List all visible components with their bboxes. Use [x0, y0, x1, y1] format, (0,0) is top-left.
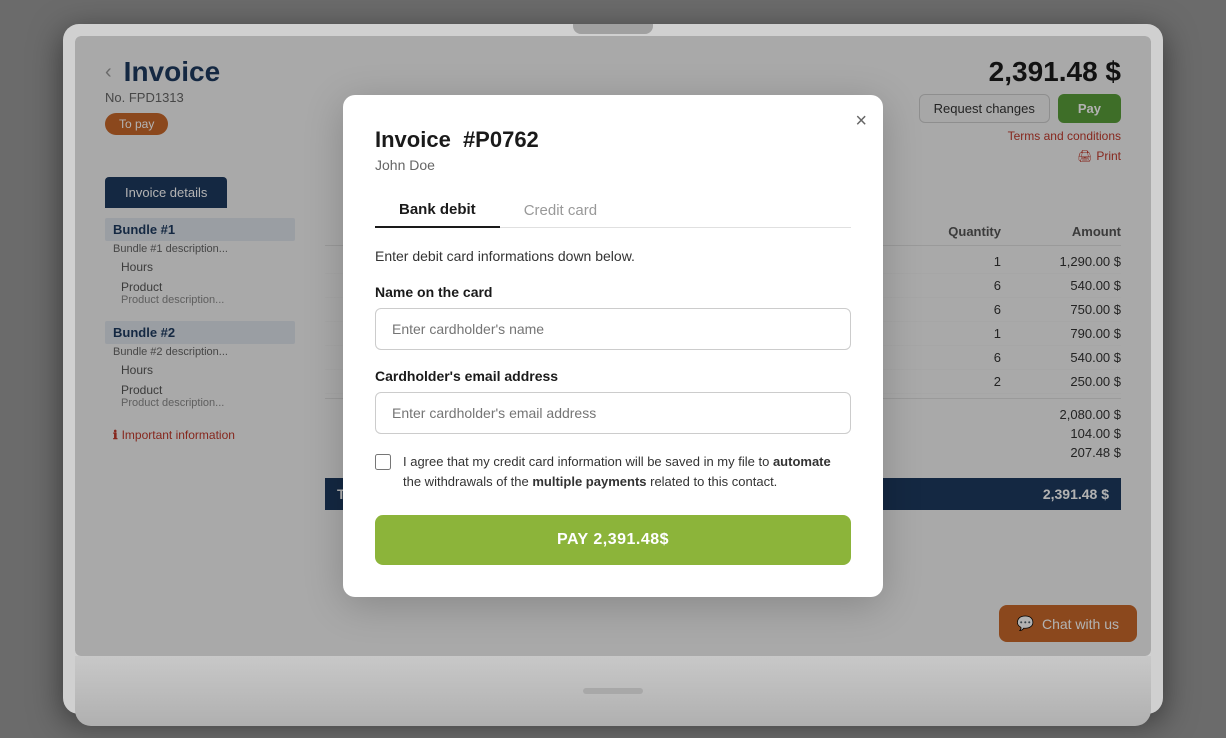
modal-subtitle: John Doe: [375, 157, 851, 173]
modal-tabs: Bank debit Credit card: [375, 193, 851, 228]
cardholder-name-input[interactable]: [375, 308, 851, 350]
laptop-base: [75, 656, 1151, 726]
agree-checkbox[interactable]: [375, 454, 391, 470]
modal-title: Invoice #P0762: [375, 127, 851, 153]
modal-overlay: × Invoice #P0762 John Doe Bank debit Cre…: [75, 36, 1151, 656]
bank-debit-tab[interactable]: Bank debit: [375, 193, 500, 228]
agree-text: I agree that my credit card information …: [403, 452, 851, 491]
pay-modal-button[interactable]: PAY 2,391.48$: [375, 515, 851, 565]
email-label: Cardholder's email address: [375, 368, 851, 384]
cardholder-email-input[interactable]: [375, 392, 851, 434]
trackpad: [583, 688, 643, 694]
invoice-page: ‹ Invoice No. FPD1313 To pay 2,391.48 $ …: [75, 36, 1151, 656]
agree-section: I agree that my credit card information …: [375, 452, 851, 491]
name-label: Name on the card: [375, 284, 851, 300]
modal-close-button[interactable]: ×: [855, 111, 867, 131]
credit-card-tab[interactable]: Credit card: [500, 193, 621, 227]
laptop-notch: [573, 24, 653, 34]
modal-description: Enter debit card informations down below…: [375, 248, 851, 264]
payment-modal: × Invoice #P0762 John Doe Bank debit Cre…: [343, 95, 883, 597]
